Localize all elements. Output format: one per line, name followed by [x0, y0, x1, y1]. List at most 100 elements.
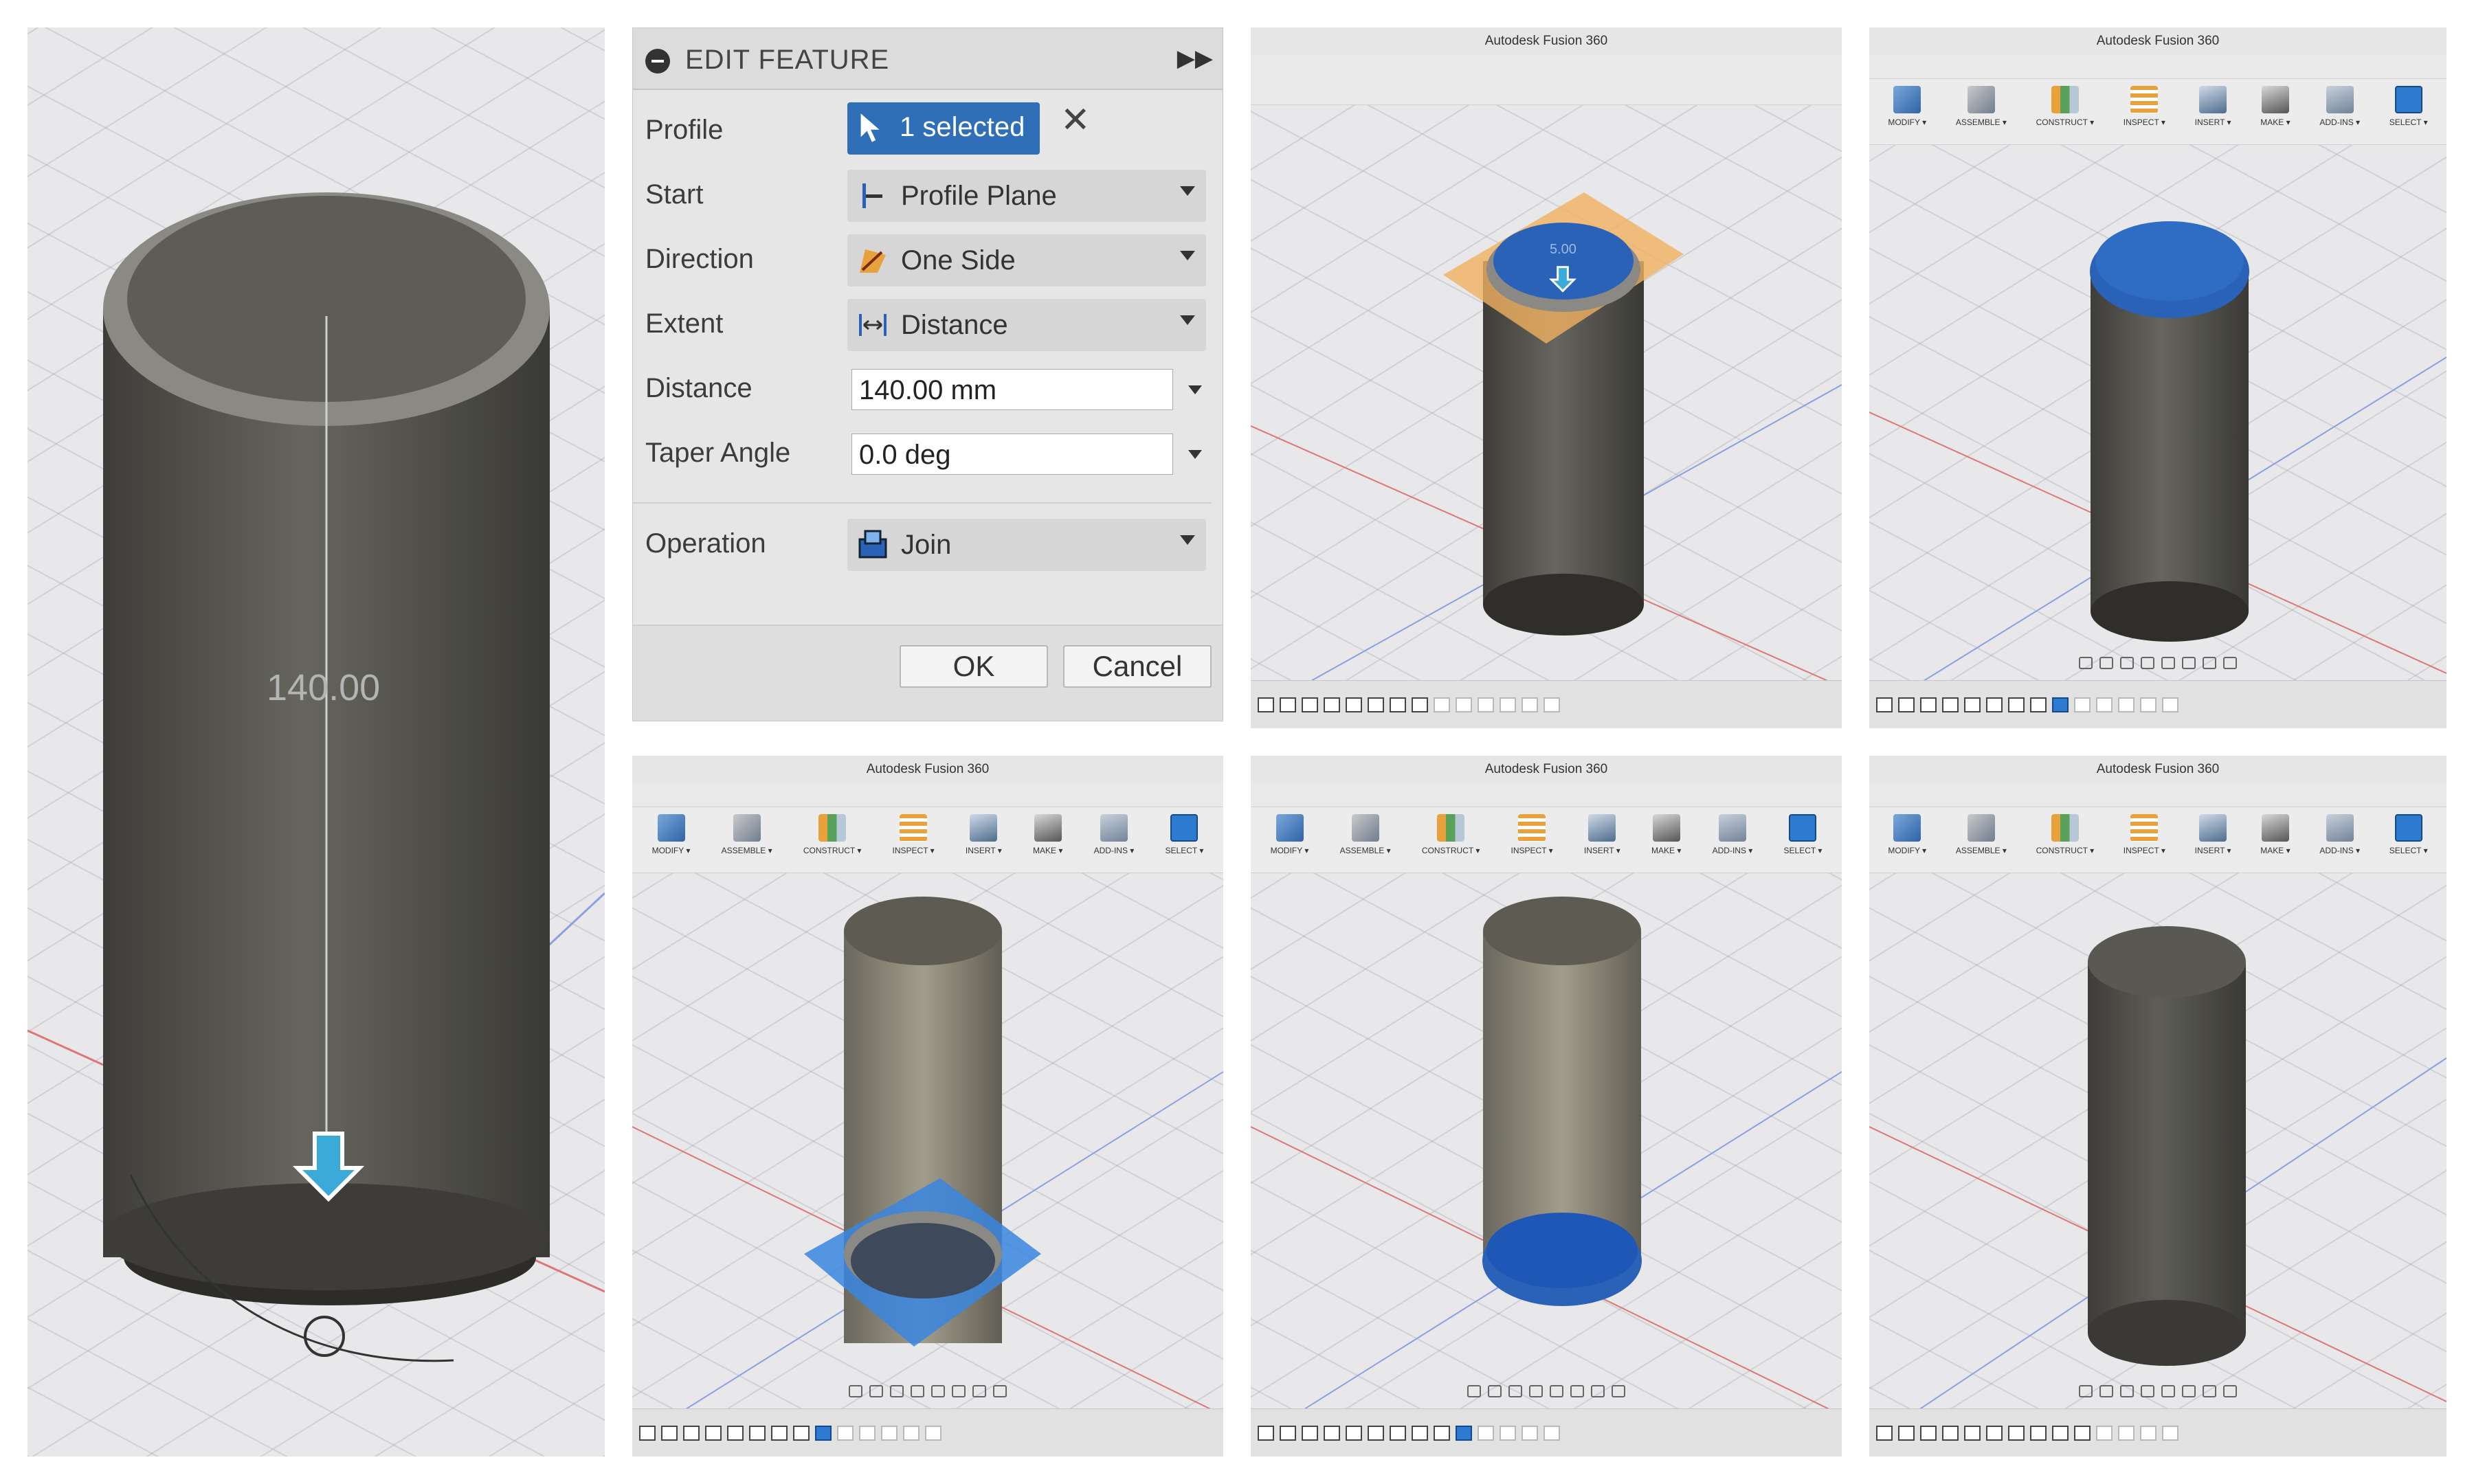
- timeline-step[interactable]: [2096, 697, 2113, 712]
- timeline-step[interactable]: [881, 1425, 898, 1441]
- timeline-step-selected[interactable]: [2052, 697, 2069, 712]
- timeline-step[interactable]: [1302, 1425, 1318, 1441]
- timeline-step[interactable]: [859, 1425, 876, 1441]
- timeline-step[interactable]: [2118, 697, 2135, 712]
- viewports-icon[interactable]: [1612, 1385, 1625, 1397]
- cylinder-model[interactable]: [1869, 756, 2447, 1457]
- distance-input[interactable]: 140.00 mm: [851, 369, 1173, 410]
- timeline-step[interactable]: [925, 1425, 941, 1441]
- viewports-icon[interactable]: [2223, 1385, 2237, 1397]
- timeline-step[interactable]: [1478, 1425, 1494, 1441]
- pan-icon[interactable]: [2120, 1385, 2134, 1397]
- look-at-icon[interactable]: [2099, 1385, 2113, 1397]
- grid-icon[interactable]: [972, 1385, 986, 1397]
- timeline-step[interactable]: [2074, 1425, 2091, 1441]
- look-at-icon[interactable]: [1488, 1385, 1502, 1397]
- timeline-step[interactable]: [837, 1425, 854, 1441]
- timeline-step[interactable]: [2140, 1425, 2157, 1441]
- timeline-step[interactable]: [1898, 697, 1915, 712]
- timeline-step[interactable]: [1412, 1425, 1428, 1441]
- timeline-step[interactable]: [1280, 697, 1296, 712]
- timeline-step[interactable]: [2096, 1425, 2113, 1441]
- fit-icon[interactable]: [2161, 657, 2175, 669]
- grid-icon[interactable]: [2203, 657, 2216, 669]
- fit-icon[interactable]: [1550, 1385, 1563, 1397]
- operation-dropdown[interactable]: Join: [847, 519, 1206, 571]
- profile-select-button[interactable]: 1 selected: [847, 102, 1040, 155]
- viewports-icon[interactable]: [993, 1385, 1007, 1397]
- timeline-step[interactable]: [903, 1425, 920, 1441]
- cylinder-model[interactable]: [1251, 27, 1842, 728]
- cylinder-model[interactable]: [1251, 756, 1842, 1457]
- timeline-step[interactable]: [1522, 1425, 1538, 1441]
- timeline-step[interactable]: [1544, 697, 1560, 712]
- orbit-icon[interactable]: [2079, 657, 2093, 669]
- timeline-step[interactable]: [1368, 1425, 1384, 1441]
- extent-dropdown[interactable]: Distance: [847, 299, 1206, 351]
- pan-icon[interactable]: [890, 1385, 904, 1397]
- timeline-step[interactable]: [727, 1425, 744, 1441]
- zoom-icon[interactable]: [1529, 1385, 1543, 1397]
- timeline-step[interactable]: [1280, 1425, 1296, 1441]
- timeline-step[interactable]: [1500, 1425, 1516, 1441]
- look-at-icon[interactable]: [869, 1385, 883, 1397]
- timeline-step[interactable]: [1986, 697, 2003, 712]
- timeline-step[interactable]: [2074, 697, 2091, 712]
- display-settings-icon[interactable]: [2182, 657, 2196, 669]
- grid-icon[interactable]: [2203, 1385, 2216, 1397]
- zoom-icon[interactable]: [2141, 1385, 2154, 1397]
- pan-icon[interactable]: [2120, 657, 2134, 669]
- timeline-step[interactable]: [1876, 697, 1893, 712]
- timeline-step[interactable]: [793, 1425, 810, 1441]
- extrude-arrow-icon[interactable]: [1548, 265, 1578, 295]
- timeline-step[interactable]: [749, 1425, 766, 1441]
- timeline-step[interactable]: [2030, 1425, 2047, 1441]
- timeline-step-selected[interactable]: [1456, 1425, 1472, 1441]
- timeline-step[interactable]: [705, 1425, 722, 1441]
- timeline-step[interactable]: [1876, 1425, 1893, 1441]
- fit-icon[interactable]: [931, 1385, 945, 1397]
- display-settings-icon[interactable]: [952, 1385, 966, 1397]
- timeline-step[interactable]: [1478, 697, 1494, 712]
- timeline-step[interactable]: [1302, 697, 1318, 712]
- display-settings-icon[interactable]: [1570, 1385, 1584, 1397]
- taper-angle-menu-icon[interactable]: [1188, 450, 1202, 459]
- timeline-step[interactable]: [771, 1425, 788, 1441]
- cylinder-model[interactable]: [632, 756, 1223, 1457]
- timeline-step[interactable]: [2162, 697, 2178, 712]
- timeline-step[interactable]: [1522, 697, 1538, 712]
- main-viewport[interactable]: 140.00: [27, 27, 605, 1457]
- timeline-step[interactable]: [1258, 697, 1274, 712]
- clear-selection-icon[interactable]: ✕: [1060, 100, 1091, 141]
- zoom-icon[interactable]: [911, 1385, 924, 1397]
- ok-button[interactable]: OK: [900, 645, 1048, 688]
- cancel-button[interactable]: Cancel: [1063, 645, 1212, 688]
- distance-menu-icon[interactable]: [1188, 385, 1202, 394]
- timeline-step[interactable]: [1942, 1425, 1959, 1441]
- timeline-step[interactable]: [661, 1425, 678, 1441]
- zoom-icon[interactable]: [2141, 657, 2154, 669]
- timeline-step[interactable]: [1390, 1425, 1406, 1441]
- extrude-arrow-icon[interactable]: [287, 1127, 370, 1209]
- direction-dropdown[interactable]: One Side: [847, 234, 1206, 286]
- timeline-step[interactable]: [1964, 1425, 1981, 1441]
- look-at-icon[interactable]: [2099, 657, 2113, 669]
- start-dropdown[interactable]: Profile Plane: [847, 170, 1206, 222]
- pan-icon[interactable]: [1508, 1385, 1522, 1397]
- display-settings-icon[interactable]: [2182, 1385, 2196, 1397]
- timeline-step[interactable]: [1434, 1425, 1450, 1441]
- timeline-step[interactable]: [1346, 1425, 1362, 1441]
- timeline-step[interactable]: [2008, 697, 2025, 712]
- orbit-icon[interactable]: [2079, 1385, 2093, 1397]
- timeline-step[interactable]: [1544, 1425, 1560, 1441]
- timeline-step[interactable]: [1412, 697, 1428, 712]
- timeline-step[interactable]: [2052, 1425, 2069, 1441]
- cylinder-model[interactable]: [1869, 27, 2447, 728]
- timeline-step[interactable]: [2140, 697, 2157, 712]
- timeline-step[interactable]: [2030, 697, 2047, 712]
- viewports-icon[interactable]: [2223, 657, 2237, 669]
- timeline-step[interactable]: [1920, 1425, 1937, 1441]
- timeline-step-selected[interactable]: [815, 1425, 832, 1441]
- timeline-step[interactable]: [1324, 1425, 1340, 1441]
- timeline-step[interactable]: [2162, 1425, 2178, 1441]
